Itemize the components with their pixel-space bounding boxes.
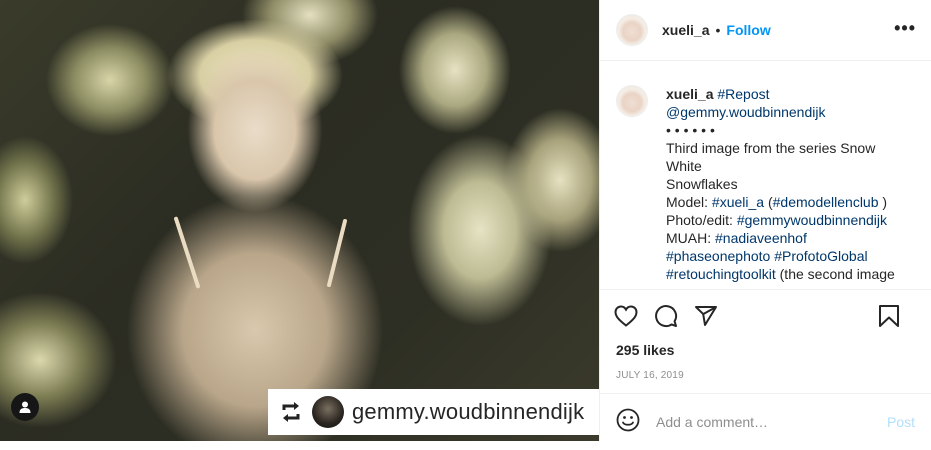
mention-link[interactable]: @gemmy.woudbinnendijk	[666, 103, 895, 121]
more-icon[interactable]: •••	[894, 18, 916, 39]
caption-line: xueli_a #Repost	[666, 85, 895, 103]
user-tag-button[interactable]	[11, 393, 39, 421]
action-bar	[600, 290, 931, 342]
photo-detail	[326, 218, 348, 288]
post-container: gemmy.woudbinnendijk xueli_a • Follow ••…	[0, 0, 931, 441]
caption-line: Third image from the series Snow	[666, 140, 876, 156]
hashtag-phaseone[interactable]: #phaseonephoto	[666, 248, 770, 264]
hashtag-gemmy[interactable]: #gemmywoudbinnendijk	[737, 212, 887, 228]
comment-bar: Post	[600, 394, 931, 450]
comment-button[interactable]	[654, 304, 678, 328]
avatar[interactable]	[616, 14, 648, 46]
bookmark-icon	[879, 305, 899, 327]
hashtag-xueli[interactable]: #xueli_a	[712, 194, 764, 210]
emoji-button[interactable]	[616, 408, 640, 437]
post-header: xueli_a • Follow •••	[600, 0, 931, 61]
repost-icon	[278, 399, 304, 425]
caption-avatar[interactable]	[616, 85, 648, 117]
share-icon	[695, 306, 717, 326]
hashtag-nadia[interactable]: #nadiaveenhof	[715, 230, 807, 246]
photo-label: Photo/edit:	[666, 212, 737, 228]
separator-dot: •	[715, 22, 721, 38]
muah-label: MUAH:	[666, 230, 715, 246]
caption-line: White	[666, 158, 702, 174]
hashtag-demodellenclub[interactable]: #demodellenclub	[773, 194, 879, 210]
post-side-panel: xueli_a • Follow ••• xueli_a #Repost @ge…	[599, 0, 931, 441]
caption-retouch-line: #retouchingtoolkit (the second image	[666, 265, 895, 283]
caption-section: xueli_a #Repost @gemmy.woudbinnendijk • …	[600, 61, 931, 290]
post-comment-button[interactable]: Post	[887, 414, 915, 430]
emoji-icon	[616, 408, 640, 431]
repost-avatar	[312, 396, 344, 428]
share-button[interactable]	[694, 304, 718, 328]
hashtag-retouch[interactable]: #retouchingtoolkit	[666, 266, 776, 282]
caption-model-line: Model: #xueli_a (#demodellenclub )	[666, 193, 895, 211]
caption-line: Snowflakes	[666, 176, 738, 192]
photo-detail	[173, 216, 201, 289]
hashtag-profoto[interactable]: #ProfotoGlobal	[774, 248, 867, 264]
repost-username: gemmy.woudbinnendijk	[352, 399, 585, 424]
likes-count[interactable]: 295 likes	[600, 342, 931, 362]
comment-input[interactable]	[656, 414, 887, 430]
paren-close: )	[878, 194, 888, 210]
retouch-text: (the second image	[775, 266, 895, 282]
header-username[interactable]: xueli_a	[662, 22, 709, 38]
caption-photo-line: Photo/edit: #gemmywoudbinnendijk	[666, 211, 895, 229]
post-date[interactable]: JULY 16, 2019	[600, 370, 931, 394]
post-photo[interactable]: gemmy.woudbinnendijk	[0, 0, 599, 441]
follow-button[interactable]: Follow	[726, 22, 770, 38]
user-tag-icon	[19, 401, 31, 413]
caption-dots: • • • • • •	[666, 122, 715, 138]
caption-username[interactable]: xueli_a	[666, 86, 713, 102]
heart-icon	[614, 305, 638, 327]
comment-icon	[655, 305, 678, 328]
paren-open: (	[764, 194, 773, 210]
caption-muah-line: MUAH: #nadiaveenhof	[666, 229, 895, 247]
repost-banner: gemmy.woudbinnendijk	[268, 389, 599, 435]
caption-tags-line: #phaseonephoto #ProfotoGlobal	[666, 247, 895, 265]
hashtag-repost[interactable]: #Repost	[717, 86, 769, 102]
like-button[interactable]	[614, 304, 638, 328]
model-label: Model:	[666, 194, 712, 210]
save-button[interactable]	[877, 304, 901, 328]
caption-text: xueli_a #Repost @gemmy.woudbinnendijk • …	[666, 85, 895, 289]
